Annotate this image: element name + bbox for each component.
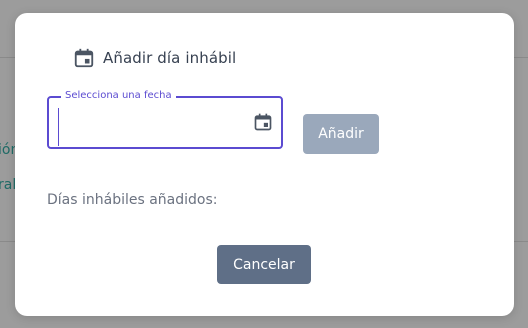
add-holiday-dialog: Añadir día inhábil Selecciona una fecha … [15,13,514,316]
background-text: ral [0,177,17,193]
calendar-icon[interactable] [253,112,273,132]
calendar-icon [73,47,95,69]
date-input[interactable] [61,108,245,140]
dialog-title: Añadir día inhábil [103,49,237,67]
text-caret [58,108,59,146]
date-field-label: Selecciona una fecha [61,89,176,103]
dialog-header: Añadir día inhábil [73,47,236,69]
add-button[interactable]: Añadir [303,114,379,154]
date-field[interactable]: Selecciona una fecha [47,89,283,149]
added-days-label: Días inhábiles añadidos: [47,192,218,208]
cancel-button[interactable]: Cancelar [217,245,311,284]
